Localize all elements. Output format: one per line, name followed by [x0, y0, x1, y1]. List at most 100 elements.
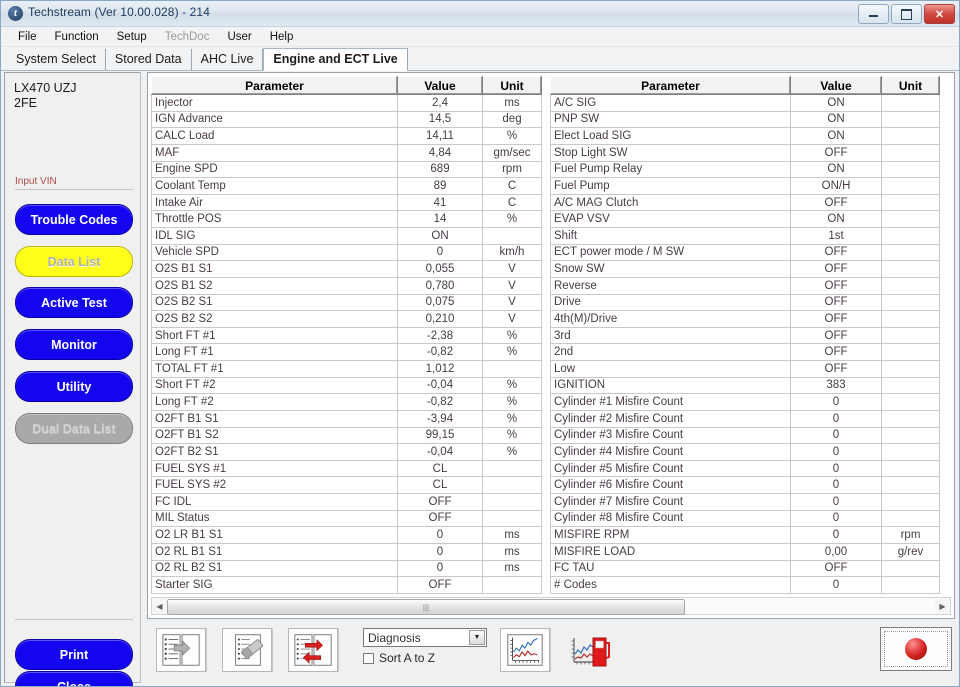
header-value-left[interactable]: Value [397, 76, 483, 95]
table-row[interactable]: Snow SW OFF [550, 260, 940, 278]
table-row[interactable]: IGNITION 383 [550, 376, 940, 395]
table-row[interactable]: CALC Load 14,11% [151, 127, 542, 145]
table-row[interactable]: MISFIRE RPM 0 rpm [550, 526, 940, 544]
table-row[interactable]: Engine SPD 689 rpm [151, 160, 542, 179]
maximize-button[interactable] [891, 4, 922, 24]
table-row[interactable]: Cylinder #8 Misfire Count 0 [550, 509, 940, 528]
sort-a-to-z-checkbox[interactable] [363, 652, 374, 664]
header-parameter-right[interactable]: Parameter [550, 76, 791, 95]
table-row[interactable]: Cylinder #6 Misfire Count 0 [550, 476, 940, 494]
table-row[interactable]: Short FT #2 -0,04% [151, 376, 542, 395]
table-row[interactable]: Elect Load SIG ON [550, 127, 940, 145]
mode-select[interactable]: Diagnosis ▼ [363, 628, 487, 647]
table-row[interactable]: IDL SIG ON [151, 227, 542, 245]
table-row[interactable]: Fuel Pump Relay ON [550, 160, 940, 179]
table-row[interactable]: # Codes 0 [550, 576, 940, 594]
table-row[interactable]: 4th(M)/Drive OFF [550, 310, 940, 328]
tab-engine-and-ect-live[interactable]: Engine and ECT Live [263, 48, 408, 71]
table-row[interactable]: EVAP VSV ON [550, 210, 940, 228]
table-row[interactable]: O2FT B1 S2 99,15% [151, 426, 542, 445]
scroll-right-arrow-icon[interactable]: ▶ [935, 598, 950, 614]
table-row[interactable]: A/C SIG ON [550, 94, 940, 112]
sort-a-to-z-row[interactable]: Sort A to Z [363, 651, 435, 665]
menu-item-file[interactable]: File [9, 31, 46, 43]
scrollbar-track[interactable]: ||| [167, 598, 935, 615]
header-unit-left[interactable]: Unit [482, 76, 542, 95]
horizontal-scrollbar[interactable]: ◀ ||| ▶ [151, 597, 951, 615]
table-row[interactable]: MIL Status OFF [151, 509, 542, 528]
table-row[interactable]: O2S B1 S2 0,780 V [151, 276, 542, 295]
table-row[interactable]: Cylinder #7 Misfire Count 0 [550, 493, 940, 511]
table-row[interactable]: Low OFF [550, 360, 940, 378]
table-row[interactable]: O2S B2 S1 0,075 V [151, 293, 542, 312]
table-row[interactable]: 2nd OFF [550, 343, 940, 361]
table-row[interactable]: Injector 2,4 ms [151, 94, 542, 112]
table-row[interactable]: Shift 1st [550, 227, 940, 245]
table-row[interactable]: Cylinder #3 Misfire Count 0 [550, 426, 940, 445]
tab-system-select[interactable]: System Select [7, 49, 106, 70]
tab-stored-data[interactable]: Stored Data [106, 49, 192, 70]
clear-selection-button[interactable] [222, 628, 272, 672]
table-row[interactable]: MAF 4,84 gm/sec [151, 143, 542, 162]
active-test-button[interactable]: Active Test [15, 287, 133, 318]
swap-parameters-button[interactable] [288, 628, 338, 672]
table-row[interactable]: PNP SW ON [550, 110, 940, 129]
table-row[interactable]: O2FT B1 S1 -3,94% [151, 409, 542, 428]
table-row[interactable]: ECT power mode / M SW OFF [550, 243, 940, 262]
minimize-button[interactable] [858, 4, 889, 24]
header-value-right[interactable]: Value [790, 76, 882, 95]
table-row[interactable]: FC TAU OFF [550, 559, 940, 578]
table-row[interactable]: FUEL SYS #2 CL [151, 476, 542, 494]
graph-view-button[interactable] [500, 628, 550, 672]
table-row[interactable]: Starter SIG OFF [151, 576, 542, 594]
select-parameters-button[interactable] [156, 628, 206, 672]
scrollbar-thumb[interactable]: ||| [167, 599, 685, 615]
close-sidebar-button[interactable]: Close [15, 671, 133, 686]
table-row[interactable]: Cylinder #4 Misfire Count 0 [550, 443, 940, 461]
table-row[interactable]: TOTAL FT #1 1,012 [151, 360, 542, 378]
table-row[interactable]: Cylinder #2 Misfire Count 0 [550, 409, 940, 428]
table-row[interactable]: Reverse OFF [550, 276, 940, 295]
table-row[interactable]: Drive OFF [550, 293, 940, 312]
table-row[interactable]: FUEL SYS #1 CL [151, 459, 542, 478]
table-row[interactable]: Throttle POS 14% [151, 210, 542, 228]
scroll-left-arrow-icon[interactable]: ◀ [152, 598, 167, 614]
table-row[interactable]: O2S B2 S2 0,210 V [151, 310, 542, 328]
table-row[interactable]: Long FT #1 -0,82% [151, 343, 542, 361]
table-row[interactable]: Long FT #2 -0,82% [151, 393, 542, 411]
table-row[interactable]: Cylinder #5 Misfire Count 0 [550, 459, 940, 478]
table-row[interactable]: Coolant Temp 89 C [151, 177, 542, 195]
table-row[interactable]: 3rd OFF [550, 326, 940, 345]
header-parameter-left[interactable]: Parameter [151, 76, 398, 95]
table-row[interactable]: O2 RL B2 S1 0 ms [151, 559, 542, 578]
menu-item-setup[interactable]: Setup [108, 31, 156, 43]
table-row[interactable]: Intake Air 41 C [151, 193, 542, 212]
data-list-button[interactable]: Data List [15, 246, 133, 277]
table-row[interactable]: IGN Advance 14,5 deg [151, 110, 542, 129]
table-row[interactable]: MISFIRE LOAD 0,00 g/rev [550, 542, 940, 561]
monitor-button[interactable]: Monitor [15, 329, 133, 360]
trouble-codes-button[interactable]: Trouble Codes [15, 204, 133, 235]
fuel-graph-button[interactable] [566, 628, 616, 672]
table-row[interactable]: Vehicle SPD 0 km/h [151, 243, 542, 262]
tab-ahc-live[interactable]: AHC Live [192, 49, 264, 70]
table-row[interactable]: Stop Light SW OFF [550, 143, 940, 162]
menu-item-help[interactable]: Help [261, 31, 303, 43]
table-row[interactable]: Cylinder #1 Misfire Count 0 [550, 393, 940, 411]
table-row[interactable]: O2FT B2 S1 -0,04% [151, 443, 542, 461]
table-row[interactable]: O2 LR B1 S1 0 ms [151, 526, 542, 544]
table-row[interactable]: Fuel Pump ON/H [550, 177, 940, 195]
table-row[interactable]: A/C MAG Clutch OFF [550, 193, 940, 212]
close-button[interactable]: ✕ [924, 4, 955, 24]
table-row[interactable]: Short FT #1 -2,38% [151, 326, 542, 345]
vin-field[interactable]: Input VIN [15, 176, 133, 190]
record-button[interactable] [880, 627, 952, 671]
utility-button[interactable]: Utility [15, 371, 133, 402]
chevron-down-icon[interactable]: ▼ [469, 630, 485, 645]
table-row[interactable]: FC IDL OFF [151, 493, 542, 511]
menu-item-function[interactable]: Function [46, 31, 108, 43]
print-button[interactable]: Print [15, 639, 133, 670]
header-unit-right[interactable]: Unit [881, 76, 940, 95]
table-row[interactable]: O2 RL B1 S1 0 ms [151, 542, 542, 561]
table-row[interactable]: O2S B1 S1 0,055 V [151, 260, 542, 278]
